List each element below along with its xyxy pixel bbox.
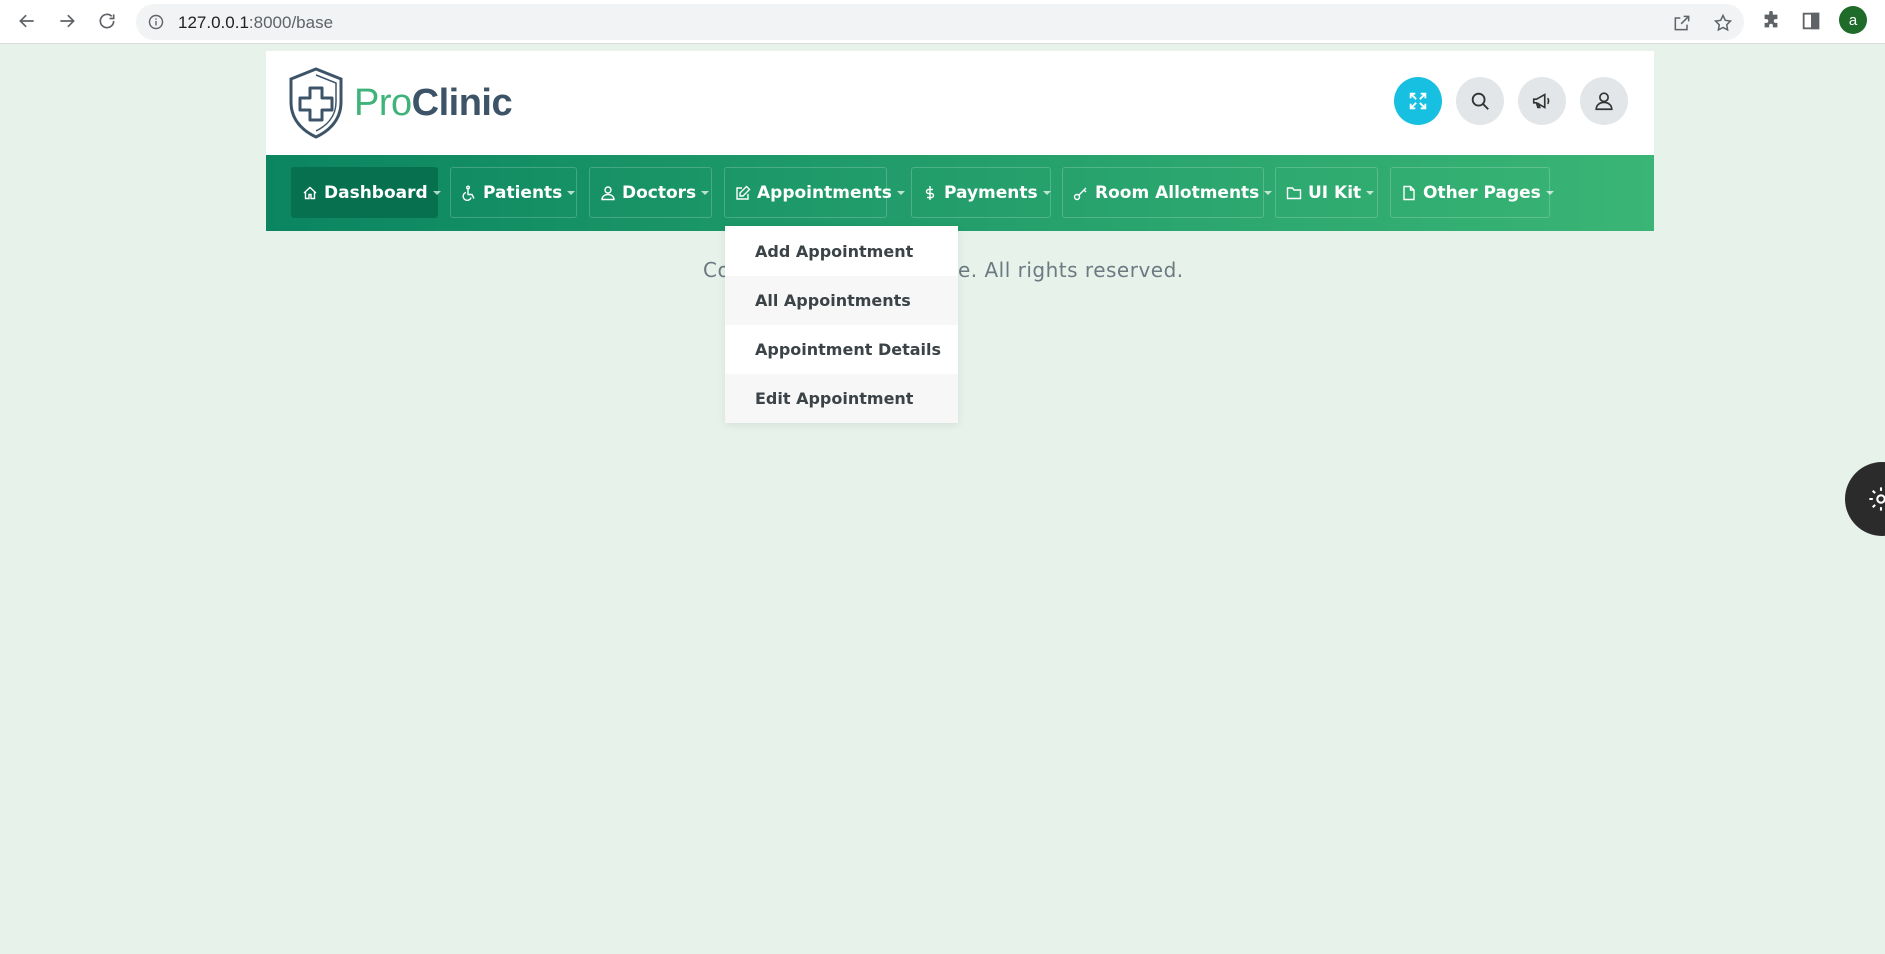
nav-payments[interactable]: Payments xyxy=(911,167,1051,218)
menu-item-edit-appointment[interactable]: Edit Appointment xyxy=(725,374,958,423)
logo[interactable]: ProClinic xyxy=(286,65,513,141)
search-icon xyxy=(1471,92,1489,110)
address-bar[interactable]: 127.0.0.1:8000/base xyxy=(136,4,1744,40)
fullscreen-icon xyxy=(1409,92,1427,110)
nav-appointments[interactable]: Appointments xyxy=(724,167,905,218)
file-icon xyxy=(1401,185,1417,201)
user-icon xyxy=(1595,92,1613,111)
menu-item-all-appointments[interactable]: All Appointments xyxy=(725,276,958,325)
gear-icon xyxy=(1869,487,1885,511)
search-button[interactable] xyxy=(1456,77,1504,125)
notifications-button[interactable] xyxy=(1518,77,1566,125)
nav-dashboard[interactable]: Dashboard xyxy=(291,167,441,218)
reload-icon[interactable] xyxy=(92,6,122,36)
bookmark-star-icon[interactable] xyxy=(1713,13,1733,33)
info-icon[interactable] xyxy=(148,14,164,30)
brand-name: ProClinic xyxy=(354,81,513,124)
shield-cross-icon xyxy=(289,67,343,139)
fullscreen-button[interactable] xyxy=(1394,77,1442,125)
nav-ui-kit[interactable]: UI Kit xyxy=(1275,167,1378,218)
megaphone-icon xyxy=(1532,93,1550,109)
dollar-icon xyxy=(922,185,938,201)
key-icon xyxy=(1073,185,1089,201)
nav-other-pages[interactable]: Other Pages xyxy=(1390,167,1554,218)
home-icon xyxy=(302,185,318,201)
profile-avatar[interactable]: a xyxy=(1839,6,1867,34)
forward-icon[interactable] xyxy=(52,6,82,36)
wheelchair-icon xyxy=(461,185,477,201)
edit-icon xyxy=(735,185,751,201)
main-nav: Dashboard Patients Doctors Appointments … xyxy=(266,155,1654,231)
nav-doctors[interactable]: Doctors xyxy=(589,167,712,218)
nav-room-allotments[interactable]: Room Allotments xyxy=(1062,167,1273,218)
menu-item-appointment-details[interactable]: Appointment Details xyxy=(725,325,958,374)
url-text: 127.0.0.1:8000/base xyxy=(178,13,334,32)
appointments-dropdown: Add Appointment All Appointments Appoint… xyxy=(725,226,958,423)
side-panel-icon[interactable] xyxy=(1800,10,1822,32)
back-icon[interactable] xyxy=(12,6,42,36)
extensions-icon[interactable] xyxy=(1760,10,1782,32)
share-icon[interactable] xyxy=(1672,13,1692,33)
user-menu-button[interactable] xyxy=(1580,77,1628,125)
user-icon xyxy=(600,185,616,201)
app-header: ProClinic xyxy=(266,51,1654,155)
browser-toolbar: 127.0.0.1:8000/base a xyxy=(0,0,1885,44)
folder-icon xyxy=(1286,185,1302,201)
nav-patients[interactable]: Patients xyxy=(450,167,577,218)
menu-item-add-appointment[interactable]: Add Appointment xyxy=(725,226,958,276)
settings-button[interactable] xyxy=(1845,462,1885,536)
